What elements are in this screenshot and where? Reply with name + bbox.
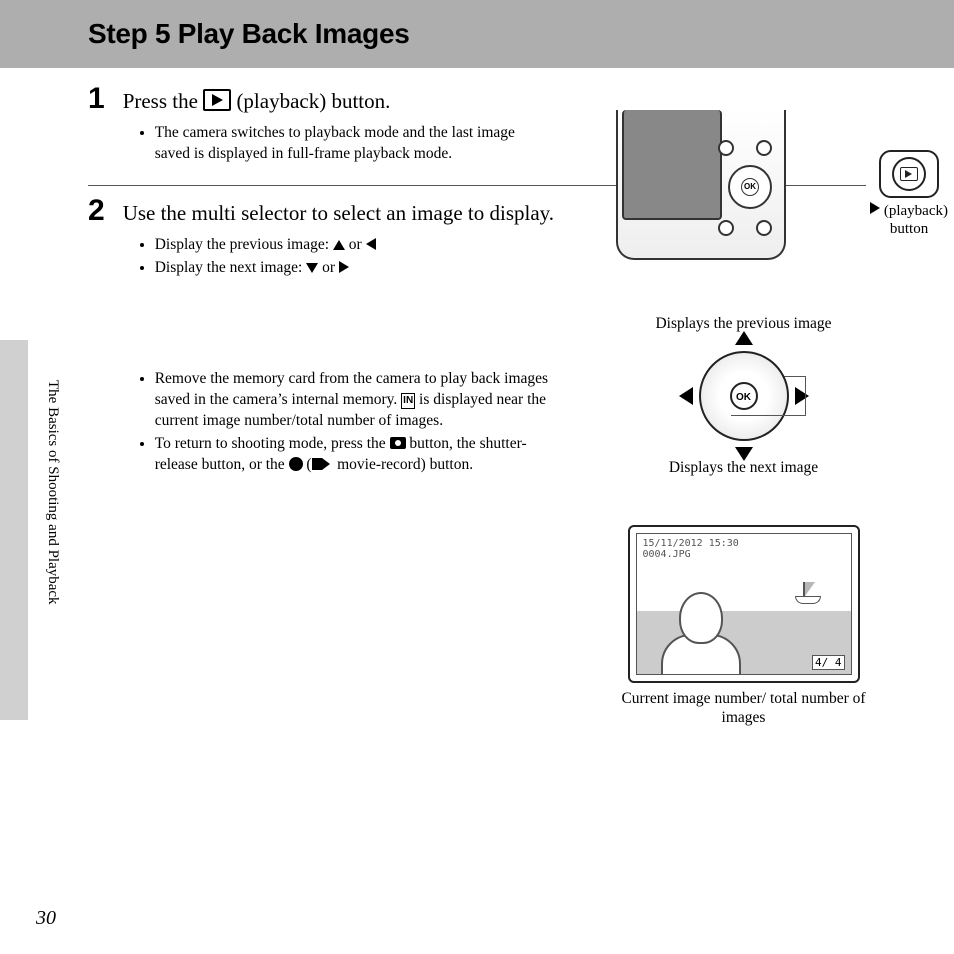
camera-small-button-2 [756, 140, 772, 156]
camera-lcd [622, 110, 722, 220]
step-2-bullet-prev: Display the previous image: or [155, 235, 553, 256]
selector-arrow-up-icon [735, 331, 753, 345]
playback-screen: 15/11/2012 15:30 0004.JPG 4/ 4 [636, 533, 852, 675]
next-label: Display the next image: [155, 259, 307, 276]
step-1-bullets: The camera switches to playback mode and… [123, 123, 553, 165]
leader-line-down [731, 381, 806, 416]
movie-record-icon [312, 458, 322, 470]
figure-multi-selector: Displays the previous image OK Displays … [621, 315, 866, 481]
or-1: or [349, 236, 366, 253]
figure-playback-screen: 15/11/2012 15:30 0004.JPG 4/ 4 Current i… [621, 525, 866, 728]
callout-text: (playback) button [870, 202, 948, 238]
step-1-number: 1 [88, 84, 105, 114]
ret-post: movie-record) button. [337, 456, 473, 473]
selector-arrow-left-icon [679, 387, 693, 405]
arrow-left-icon [366, 238, 376, 250]
step-1-title-post: (playback) button. [236, 89, 390, 113]
or-2: or [322, 259, 339, 276]
step-1-title: Press the (playback) button. [123, 88, 603, 115]
internal-memory-icon: IN [401, 393, 415, 409]
selector-next-label: Displays the next image [621, 459, 866, 477]
selector-arrow-down-icon [735, 447, 753, 461]
step-2-bullet-memory: Remove the memory card from the camera t… [155, 369, 553, 432]
figure-camera-rear: (playback) button [616, 110, 866, 260]
step-1-title-pre: Press the [123, 89, 204, 113]
arrow-down-icon [306, 263, 318, 273]
callout-box [879, 150, 939, 198]
playback-button-icon [892, 157, 926, 191]
page-number: 30 [36, 907, 56, 930]
callout-line-1: (playback) [884, 203, 948, 219]
step-2-number: 2 [88, 196, 105, 226]
step-2-bullet-return: To return to shooting mode, press the bu… [155, 434, 553, 476]
osd-datetime: 15/11/2012 15:30 [643, 538, 739, 549]
playback-button-callout: (playback) button [870, 150, 948, 238]
camera-body [616, 110, 786, 260]
step-2-bullet-next: Display the next image: or [155, 258, 553, 279]
step-1-bullet-1: The camera switches to playback mode and… [155, 123, 553, 165]
page-title: Step 5 Play Back Images [88, 18, 954, 50]
ret-pre: To return to shooting mode, press the [155, 435, 390, 452]
camera-dpad [728, 165, 772, 209]
camera-delete-button [756, 220, 772, 236]
play-glyph-icon [870, 202, 880, 214]
camera-menu-button [718, 220, 734, 236]
step-2-title: Use the multi selector to select an imag… [123, 200, 603, 227]
camera-small-button-1 [718, 140, 734, 156]
playback-osd: 15/11/2012 15:30 0004.JPG [643, 538, 739, 560]
playback-screen-frame: 15/11/2012 15:30 0004.JPG 4/ 4 [628, 525, 860, 683]
camera-mode-icon [390, 437, 406, 449]
osd-filename: 0004.JPG [643, 549, 739, 560]
arrow-right-icon [339, 261, 349, 273]
playback-caption: Current image number/ total number of im… [621, 689, 866, 728]
prev-label: Display the previous image: [155, 236, 333, 253]
callout-line-2: button [890, 221, 928, 237]
step-2-bullets-1: Display the previous image: or Display t… [123, 235, 553, 279]
image-counter: 4/ 4 [812, 655, 845, 670]
arrow-up-icon [333, 240, 345, 250]
record-dot-icon [289, 457, 303, 471]
page-title-bar: Step 5 Play Back Images [0, 0, 954, 68]
step-2-bullets-2: Remove the memory card from the camera t… [123, 369, 553, 476]
sample-boat-illustration [791, 582, 821, 606]
sample-person-illustration [661, 584, 741, 674]
playback-icon [203, 89, 231, 111]
